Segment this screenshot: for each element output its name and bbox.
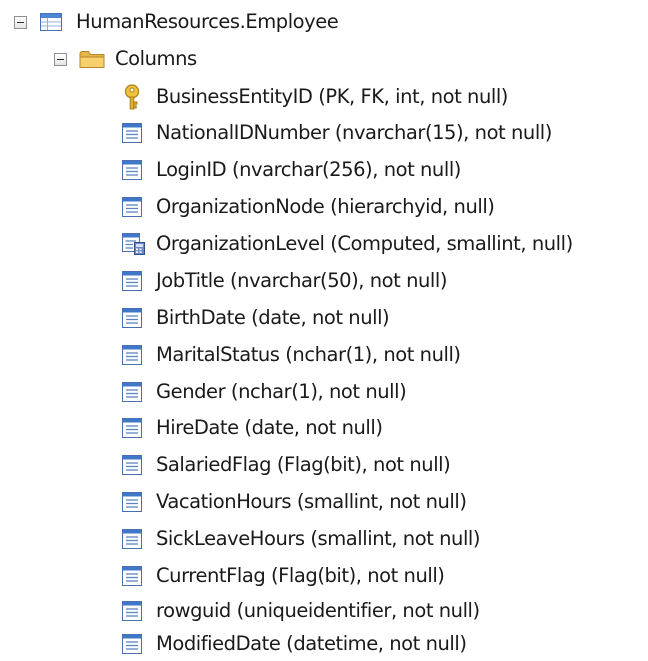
column-label: rowguid (uniqueidentifier, not null) xyxy=(156,599,480,622)
column-label: SickLeaveHours (smallint, not null) xyxy=(156,527,481,550)
column-icon xyxy=(122,271,142,291)
column-label: BirthDate (date, not null) xyxy=(156,306,390,329)
column-node[interactable]: NationalIDNumber (nvarchar(15), not null… xyxy=(122,116,552,150)
column-node[interactable]: VacationHours (smallint, not null) xyxy=(122,485,467,519)
column-icon xyxy=(122,382,142,402)
column-node[interactable]: rowguid (uniqueidentifier, not null) xyxy=(122,594,480,628)
column-label: OrganizationLevel (Computed, smallint, n… xyxy=(156,232,573,255)
object-explorer-tree: HumanResources.Employee Columns Business… xyxy=(0,0,648,660)
column-label: LoginID (nvarchar(256), not null) xyxy=(156,158,461,181)
column-label: NationalIDNumber (nvarchar(15), not null… xyxy=(156,121,552,144)
column-label: CurrentFlag (Flag(bit), not null) xyxy=(156,564,445,587)
column-icon xyxy=(122,566,142,586)
computed-column-icon xyxy=(122,233,146,255)
column-node[interactable]: HireDate (date, not null) xyxy=(122,411,383,445)
column-label: SalariedFlag (Flag(bit), not null) xyxy=(156,453,451,476)
column-node[interactable]: JobTitle (nvarchar(50), not null) xyxy=(122,264,447,298)
column-node[interactable]: OrganizationNode (hierarchyid, null) xyxy=(122,190,495,224)
column-label: MaritalStatus (nchar(1), not null) xyxy=(156,343,461,366)
column-label: HireDate (date, not null) xyxy=(156,416,383,439)
column-node[interactable]: BusinessEntityID (PK, FK, int, not null) xyxy=(122,80,508,114)
collapse-icon[interactable] xyxy=(54,52,67,66)
column-icon xyxy=(122,308,142,328)
column-label: BusinessEntityID (PK, FK, int, not null) xyxy=(156,85,508,108)
column-icon xyxy=(122,345,142,365)
key-icon xyxy=(122,84,142,110)
table-icon xyxy=(40,13,62,31)
column-icon xyxy=(122,492,142,512)
column-icon xyxy=(122,123,142,143)
column-icon xyxy=(122,418,142,438)
column-icon xyxy=(122,160,142,180)
column-label: ModifiedDate (datetime, not null) xyxy=(156,632,467,655)
column-icon xyxy=(122,455,142,475)
columns-folder-label: Columns xyxy=(115,47,197,70)
column-node[interactable]: OrganizationLevel (Computed, smallint, n… xyxy=(122,227,573,261)
column-node[interactable]: SalariedFlag (Flag(bit), not null) xyxy=(122,448,451,482)
column-node[interactable]: MaritalStatus (nchar(1), not null) xyxy=(122,338,461,372)
column-icon xyxy=(122,601,142,621)
table-node[interactable]: HumanResources.Employee xyxy=(14,5,339,39)
column-node[interactable]: ModifiedDate (datetime, not null) xyxy=(122,627,467,661)
column-label: OrganizationNode (hierarchyid, null) xyxy=(156,195,495,218)
table-node-label: HumanResources.Employee xyxy=(76,10,339,33)
column-icon xyxy=(122,197,142,217)
folder-icon xyxy=(79,49,105,69)
column-node[interactable]: Gender (nchar(1), not null) xyxy=(122,375,407,409)
collapse-icon[interactable] xyxy=(14,15,27,29)
column-node[interactable]: SickLeaveHours (smallint, not null) xyxy=(122,522,481,556)
column-node[interactable]: LoginID (nvarchar(256), not null) xyxy=(122,153,461,187)
column-label: VacationHours (smallint, not null) xyxy=(156,490,467,513)
column-node[interactable]: CurrentFlag (Flag(bit), not null) xyxy=(122,559,445,593)
column-node[interactable]: BirthDate (date, not null) xyxy=(122,301,390,335)
column-icon xyxy=(122,529,142,549)
columns-folder-node[interactable]: Columns xyxy=(54,42,197,76)
column-label: JobTitle (nvarchar(50), not null) xyxy=(156,269,448,292)
column-icon xyxy=(122,634,142,654)
column-label: Gender (nchar(1), not null) xyxy=(156,380,407,403)
